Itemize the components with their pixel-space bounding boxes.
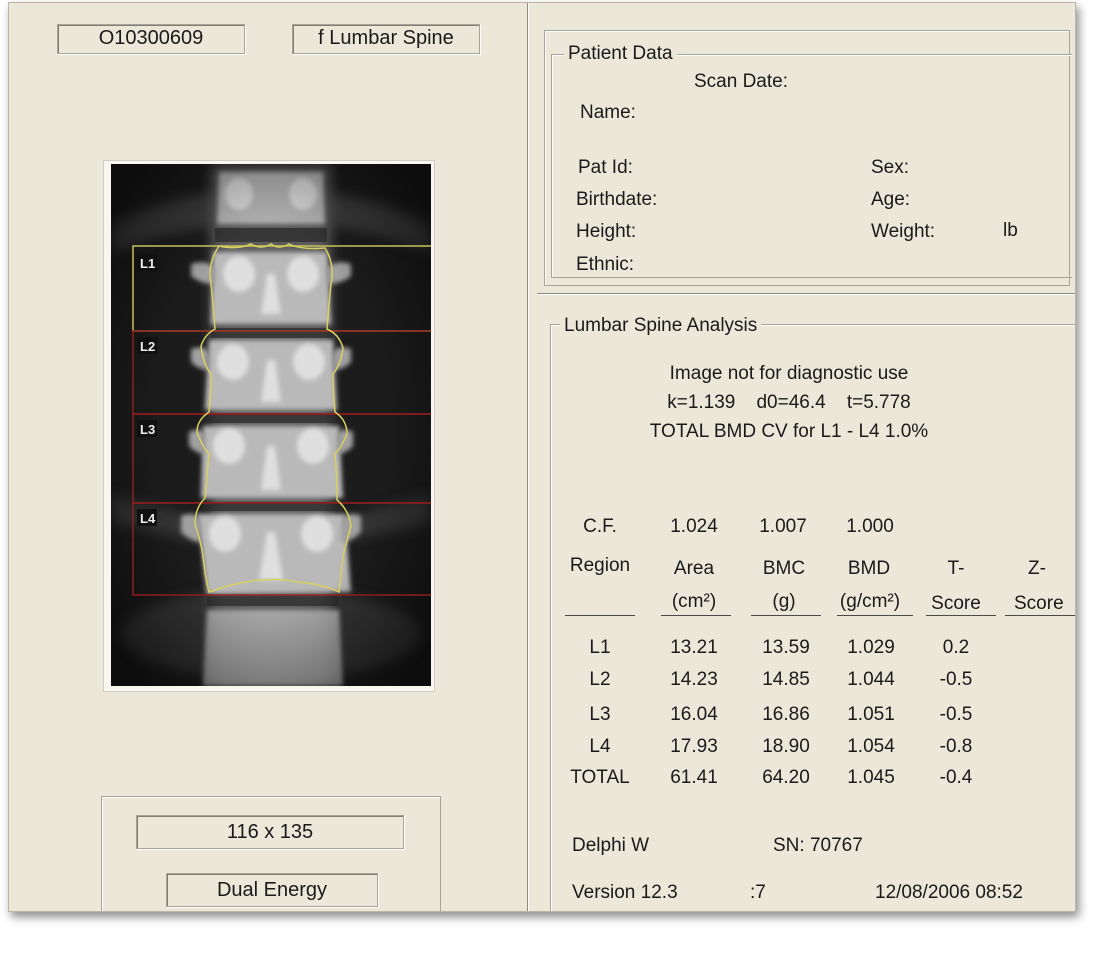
header-underline — [926, 615, 996, 616]
roi-label-l2: L2 — [137, 337, 157, 354]
header-area-unit: (cm²) — [671, 591, 717, 612]
pat-id-label: Pat Id: — [578, 157, 633, 178]
row-t-score: -0.8 — [939, 736, 973, 757]
row-area: 17.93 — [670, 736, 718, 757]
diagnostic-note: Image not for diagnostic use — [669, 363, 909, 384]
row-area: 16.04 — [670, 704, 718, 725]
scan-size-field: 116 x 135 — [136, 815, 404, 849]
spine-scan-image: L1 L2 L3 L4 — [111, 164, 434, 686]
operator-name: Delphi W — [572, 835, 650, 856]
age-label: Age: — [871, 189, 911, 210]
row-bmc: 18.90 — [762, 736, 810, 757]
panel-separator — [537, 293, 1075, 295]
row-region: L1 — [589, 637, 611, 658]
cf-label: C.F. — [583, 516, 617, 537]
row-bmd: 1.045 — [847, 767, 895, 788]
row-region: L4 — [589, 736, 611, 757]
software-version: Version 12.3 — [572, 882, 678, 903]
header-underline — [565, 615, 635, 616]
roi-label-l3: L3 — [137, 420, 157, 437]
weight-unit: lb — [1003, 220, 1018, 241]
row-area: 14.23 — [670, 669, 718, 690]
cf-area: 1.024 — [670, 516, 718, 537]
header-z-line2: Score — [1014, 593, 1064, 614]
header-t: T- — [947, 558, 965, 579]
header-underline — [751, 615, 821, 616]
bmd-cv-note: TOTAL BMD CV for L1 - L4 1.0% — [649, 421, 929, 442]
sex-label: Sex: — [871, 157, 910, 178]
row-region: TOTAL — [570, 767, 630, 788]
row-bmc: 64.20 — [762, 767, 810, 788]
scan-id-field: O10300609 — [57, 24, 245, 54]
row-bmd: 1.029 — [847, 637, 895, 658]
row-bmd: 1.051 — [847, 704, 895, 725]
analysis-title: Lumbar Spine Analysis — [560, 315, 762, 337]
roi-label-l4: L4 — [137, 509, 157, 526]
roi-label-text-l2: L2 — [140, 339, 155, 354]
header-area: Area — [673, 558, 715, 579]
roi-label-text-l3: L3 — [140, 422, 155, 437]
row-t-score: -0.5 — [939, 669, 973, 690]
height-label: Height: — [576, 221, 637, 242]
header-bmd: BMD — [847, 558, 891, 579]
header-t-line2: Score — [931, 593, 981, 614]
row-bmc: 13.59 — [762, 637, 810, 658]
row-t-score: 0.2 — [942, 637, 970, 658]
name-label: Name: — [580, 102, 636, 123]
scan-mode-field: Dual Energy — [166, 873, 378, 907]
report-window: O10300609 f Lumbar Spine L1 L2 L3 L4 116… — [8, 2, 1076, 912]
calibration-params: k=1.139 d0=46.4 t=5.778 — [667, 392, 911, 413]
weight-label: Weight: — [871, 221, 936, 242]
row-t-score: -0.5 — [939, 704, 973, 725]
row-bmd: 1.054 — [847, 736, 895, 757]
vertical-divider — [527, 3, 529, 911]
row-bmc: 16.86 — [762, 704, 810, 725]
row-t-score: -0.4 — [939, 767, 973, 788]
scan-date-label: Scan Date: — [694, 71, 788, 92]
version-suffix: :7 — [750, 882, 766, 903]
row-area: 13.21 — [670, 637, 718, 658]
cf-bmd: 1.000 — [846, 516, 894, 537]
birthdate-label: Birthdate: — [576, 189, 658, 210]
cf-bmc: 1.007 — [759, 516, 807, 537]
header-underline — [1005, 615, 1075, 616]
patient-data-title: Patient Data — [564, 43, 677, 65]
report-datetime: 12/08/2006 08:52 — [875, 882, 1023, 903]
header-region: Region — [569, 555, 631, 576]
header-z: Z- — [1028, 558, 1046, 579]
header-bmc: BMC — [762, 558, 806, 579]
header-underline — [837, 615, 913, 616]
row-bmd: 1.044 — [847, 669, 895, 690]
scan-type-field: f Lumbar Spine — [292, 24, 480, 54]
roi-label-text-l4: L4 — [140, 511, 156, 526]
scan-image-frame: L1 L2 L3 L4 — [103, 160, 435, 692]
row-region: L2 — [589, 669, 611, 690]
header-underline — [661, 615, 731, 616]
row-area: 61.41 — [670, 767, 718, 788]
ethnic-label: Ethnic: — [576, 254, 635, 275]
header-bmd-unit: (g/cm²) — [839, 591, 901, 612]
roi-label-text-l1: L1 — [140, 256, 155, 271]
header-bmc-unit: (g) — [772, 591, 796, 612]
roi-label-l1: L1 — [137, 254, 157, 271]
serial-number: SN: 70767 — [773, 835, 863, 856]
row-bmc: 14.85 — [762, 669, 810, 690]
row-region: L3 — [589, 704, 611, 725]
